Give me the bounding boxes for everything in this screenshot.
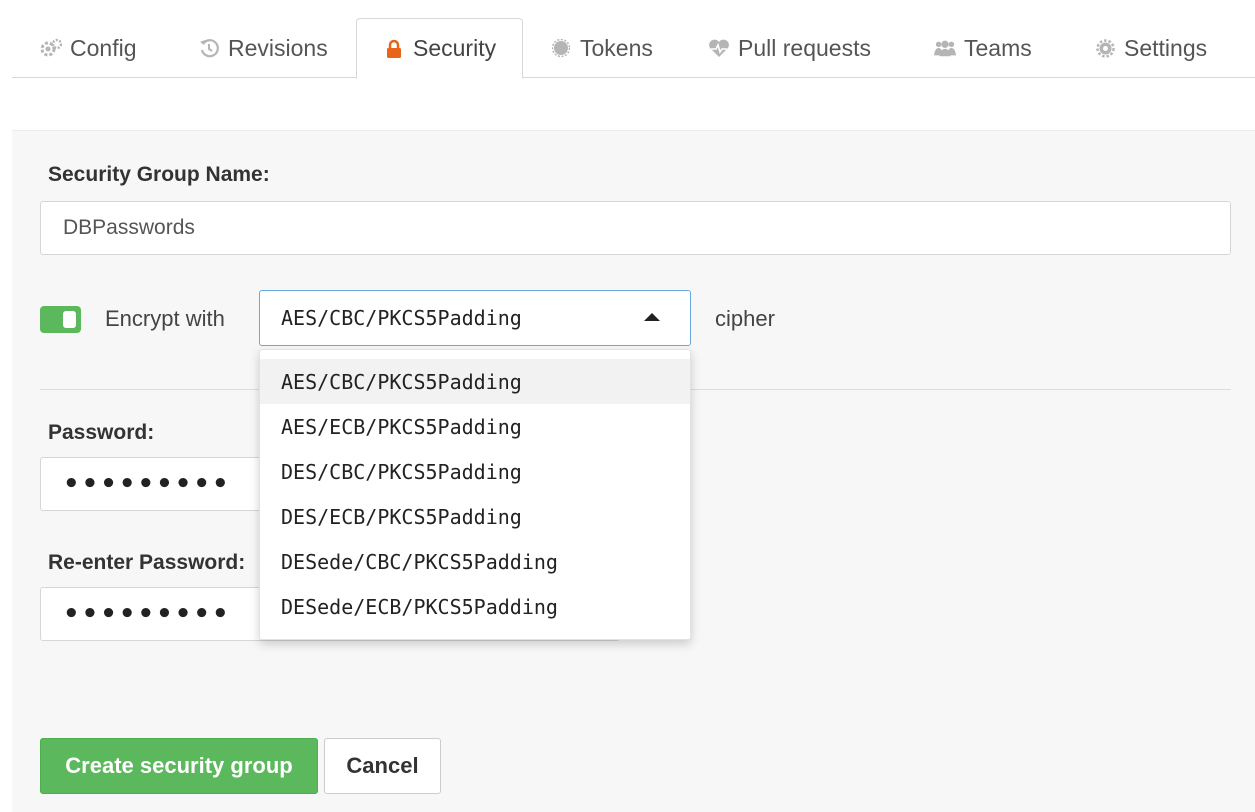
cipher-selected-value: AES/CBC/PKCS5Padding — [281, 306, 522, 330]
gears-icon — [40, 37, 62, 59]
cipher-select[interactable]: AES/CBC/PKCS5Padding — [259, 290, 691, 346]
password-mask: ••••••••• — [63, 469, 231, 499]
tab-settings[interactable]: Settings — [1094, 18, 1207, 78]
cipher-option[interactable]: DESede/ECB/PKCS5Padding — [260, 584, 690, 629]
history-icon — [198, 37, 220, 59]
group-name-label: Security Group Name: — [48, 163, 270, 186]
encrypt-with-label: Encrypt with — [105, 306, 225, 331]
caret-up-icon — [644, 313, 660, 321]
tab-config-label: Config — [70, 34, 137, 61]
cancel-button[interactable]: Cancel — [324, 738, 441, 794]
cipher-option[interactable]: DES/ECB/PKCS5Padding — [260, 494, 690, 539]
cipher-option[interactable]: DES/CBC/PKCS5Padding — [260, 449, 690, 494]
tab-revisions[interactable]: Revisions — [198, 18, 328, 78]
heartbeat-icon — [708, 37, 730, 59]
tab-pull-requests-label: Pull requests — [738, 34, 871, 61]
encrypt-toggle[interactable] — [40, 306, 81, 333]
cipher-option[interactable]: AES/CBC/PKCS5Padding — [260, 359, 690, 404]
token-icon — [550, 37, 572, 59]
lock-icon — [383, 38, 405, 60]
cipher-option[interactable]: DESede/CBC/PKCS5Padding — [260, 539, 690, 584]
tab-config[interactable]: Config — [40, 18, 136, 78]
create-security-group-button[interactable]: Create security group — [40, 738, 318, 794]
tab-teams[interactable]: Teams — [934, 18, 1032, 78]
tab-tokens[interactable]: Tokens — [550, 18, 653, 78]
group-name-input[interactable]: DBPasswords — [40, 201, 1231, 255]
users-icon — [934, 37, 956, 59]
gear-icon — [1094, 37, 1116, 59]
tab-bar: Config Revisions Security Tokens Pull re… — [12, 18, 1255, 79]
group-name-value: DBPasswords — [63, 216, 195, 239]
tab-security-label: Security — [413, 35, 497, 61]
security-form-panel: Security Group Name: DBPasswords Encrypt… — [12, 130, 1255, 812]
toggle-knob — [63, 311, 76, 328]
security-group-page: Config Revisions Security Tokens Pull re… — [0, 0, 1255, 812]
cipher-dropdown-menu: AES/CBC/PKCS5Padding AES/ECB/PKCS5Paddin… — [259, 349, 691, 640]
reenter-password-label: Re-enter Password: — [48, 551, 246, 574]
tab-pull-requests[interactable]: Pull requests — [708, 18, 871, 78]
tab-tokens-label: Tokens — [580, 34, 653, 61]
tab-settings-label: Settings — [1124, 34, 1208, 61]
cipher-suffix-label: cipher — [715, 306, 775, 331]
reenter-password-mask: ••••••••• — [63, 599, 231, 629]
password-label: Password: — [48, 421, 155, 444]
tab-teams-label: Teams — [964, 34, 1032, 61]
tab-security[interactable]: Security — [356, 18, 524, 79]
tab-revisions-label: Revisions — [228, 34, 328, 61]
cipher-option[interactable]: AES/ECB/PKCS5Padding — [260, 404, 690, 449]
